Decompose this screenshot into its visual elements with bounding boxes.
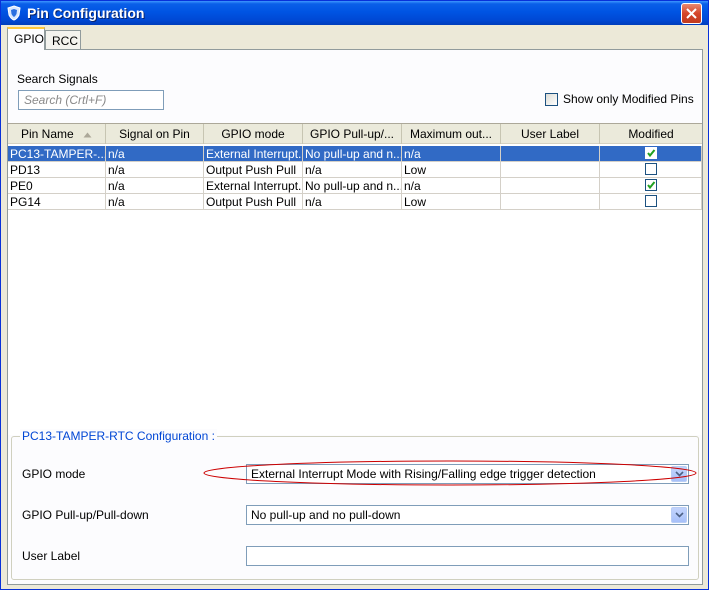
show-modified-checkbox[interactable] bbox=[545, 93, 558, 106]
cell-signal: n/a bbox=[106, 178, 204, 194]
column-header-signal[interactable]: Signal on Pin bbox=[106, 124, 204, 144]
column-header-pull[interactable]: GPIO Pull-up/... bbox=[303, 124, 402, 144]
show-modified-label: Show only Modified Pins bbox=[563, 92, 694, 106]
cell-signal: n/a bbox=[106, 146, 204, 162]
cell-user-label bbox=[501, 178, 600, 194]
column-header-modified[interactable]: Modified bbox=[600, 124, 702, 144]
tab-rcc[interactable]: RCC bbox=[45, 30, 81, 49]
pull-label: GPIO Pull-up/Pull-down bbox=[22, 508, 149, 522]
title-bar[interactable]: Pin Configuration bbox=[1, 1, 708, 25]
cell-user-label bbox=[501, 194, 600, 210]
checkmark-icon bbox=[646, 181, 655, 190]
cell-max-output: n/a bbox=[402, 178, 501, 194]
cell-pull: No pull-up and n... bbox=[303, 146, 402, 162]
cell-modified bbox=[600, 162, 702, 178]
chevron-down-icon bbox=[675, 471, 684, 477]
cell-pull: n/a bbox=[303, 162, 402, 178]
cell-modified bbox=[600, 194, 702, 210]
window-title: Pin Configuration bbox=[27, 5, 145, 21]
modified-checkbox[interactable] bbox=[644, 147, 657, 159]
table-row[interactable]: PG14 n/a Output Push Pull n/a Low bbox=[8, 194, 702, 210]
gpio-panel: Search Signals Show only Modified Pins P… bbox=[7, 49, 703, 585]
cell-gpio-mode: Output Push Pull bbox=[204, 162, 303, 178]
sort-ascending-icon bbox=[83, 132, 92, 138]
cell-user-label bbox=[501, 162, 600, 178]
tab-gpio[interactable]: GPIO bbox=[7, 27, 45, 50]
pin-table: Pin Name Signal on Pin GPIO mode GPIO Pu… bbox=[8, 123, 702, 435]
user-label-input[interactable] bbox=[246, 546, 689, 566]
user-label-label: User Label bbox=[22, 549, 81, 563]
cell-modified bbox=[600, 178, 702, 194]
modified-checkbox[interactable] bbox=[644, 195, 657, 207]
cell-max-output: Low bbox=[402, 194, 501, 210]
gpio-mode-value: External Interrupt Mode with Rising/Fall… bbox=[251, 467, 596, 481]
table-header: Pin Name Signal on Pin GPIO mode GPIO Pu… bbox=[8, 124, 702, 144]
cell-gpio-mode: External Interrupt... bbox=[204, 146, 303, 162]
gpio-mode-dropdown-button[interactable] bbox=[671, 466, 687, 482]
cell-signal: n/a bbox=[106, 162, 204, 178]
pull-dropdown-button[interactable] bbox=[671, 507, 687, 523]
pin-config-group: PC13-TAMPER-RTC Configuration : GPIO mod… bbox=[11, 429, 699, 580]
pin-configuration-window: Pin Configuration GPIO RCC Search Signal… bbox=[0, 0, 709, 590]
cell-user-label bbox=[501, 146, 600, 162]
search-input[interactable] bbox=[18, 90, 164, 110]
modified-checkbox[interactable] bbox=[644, 179, 657, 191]
cell-max-output: n/a bbox=[402, 146, 501, 162]
gpio-mode-select[interactable]: External Interrupt Mode with Rising/Fall… bbox=[246, 464, 689, 484]
close-icon bbox=[686, 8, 697, 19]
cell-gpio-mode: External Interrupt... bbox=[204, 178, 303, 194]
cell-signal: n/a bbox=[106, 194, 204, 210]
close-button[interactable] bbox=[681, 3, 702, 24]
table-row[interactable]: PE0 n/a External Interrupt... No pull-up… bbox=[8, 178, 702, 194]
config-group-title: PC13-TAMPER-RTC Configuration : bbox=[20, 429, 217, 443]
gpio-mode-label: GPIO mode bbox=[22, 467, 86, 481]
cell-pull: No pull-up and n... bbox=[303, 178, 402, 194]
pull-value: No pull-up and no pull-down bbox=[251, 508, 401, 522]
table-row[interactable]: PD13 n/a Output Push Pull n/a Low bbox=[8, 162, 702, 178]
cell-pin-name: PE0 bbox=[8, 178, 106, 194]
pull-select[interactable]: No pull-up and no pull-down bbox=[246, 505, 689, 525]
column-header-user-label[interactable]: User Label bbox=[501, 124, 600, 144]
cell-gpio-mode: Output Push Pull bbox=[204, 194, 303, 210]
search-label: Search Signals bbox=[17, 72, 98, 86]
column-header-gpio-mode[interactable]: GPIO mode bbox=[204, 124, 303, 144]
shield-icon bbox=[6, 5, 22, 21]
chevron-down-icon bbox=[675, 512, 684, 518]
table-row[interactable]: PC13-TAMPER-... n/a External Interrupt..… bbox=[8, 146, 702, 162]
cell-pin-name: PC13-TAMPER-... bbox=[8, 146, 106, 162]
cell-pin-name: PG14 bbox=[8, 194, 106, 210]
column-header-pin-name[interactable]: Pin Name bbox=[8, 124, 106, 144]
cell-pin-name: PD13 bbox=[8, 162, 106, 178]
cell-modified bbox=[600, 146, 702, 162]
modified-checkbox[interactable] bbox=[644, 163, 657, 175]
column-header-max-output[interactable]: Maximum out... bbox=[402, 124, 501, 144]
checkmark-icon bbox=[646, 149, 655, 158]
cell-max-output: Low bbox=[402, 162, 501, 178]
cell-pull: n/a bbox=[303, 194, 402, 210]
